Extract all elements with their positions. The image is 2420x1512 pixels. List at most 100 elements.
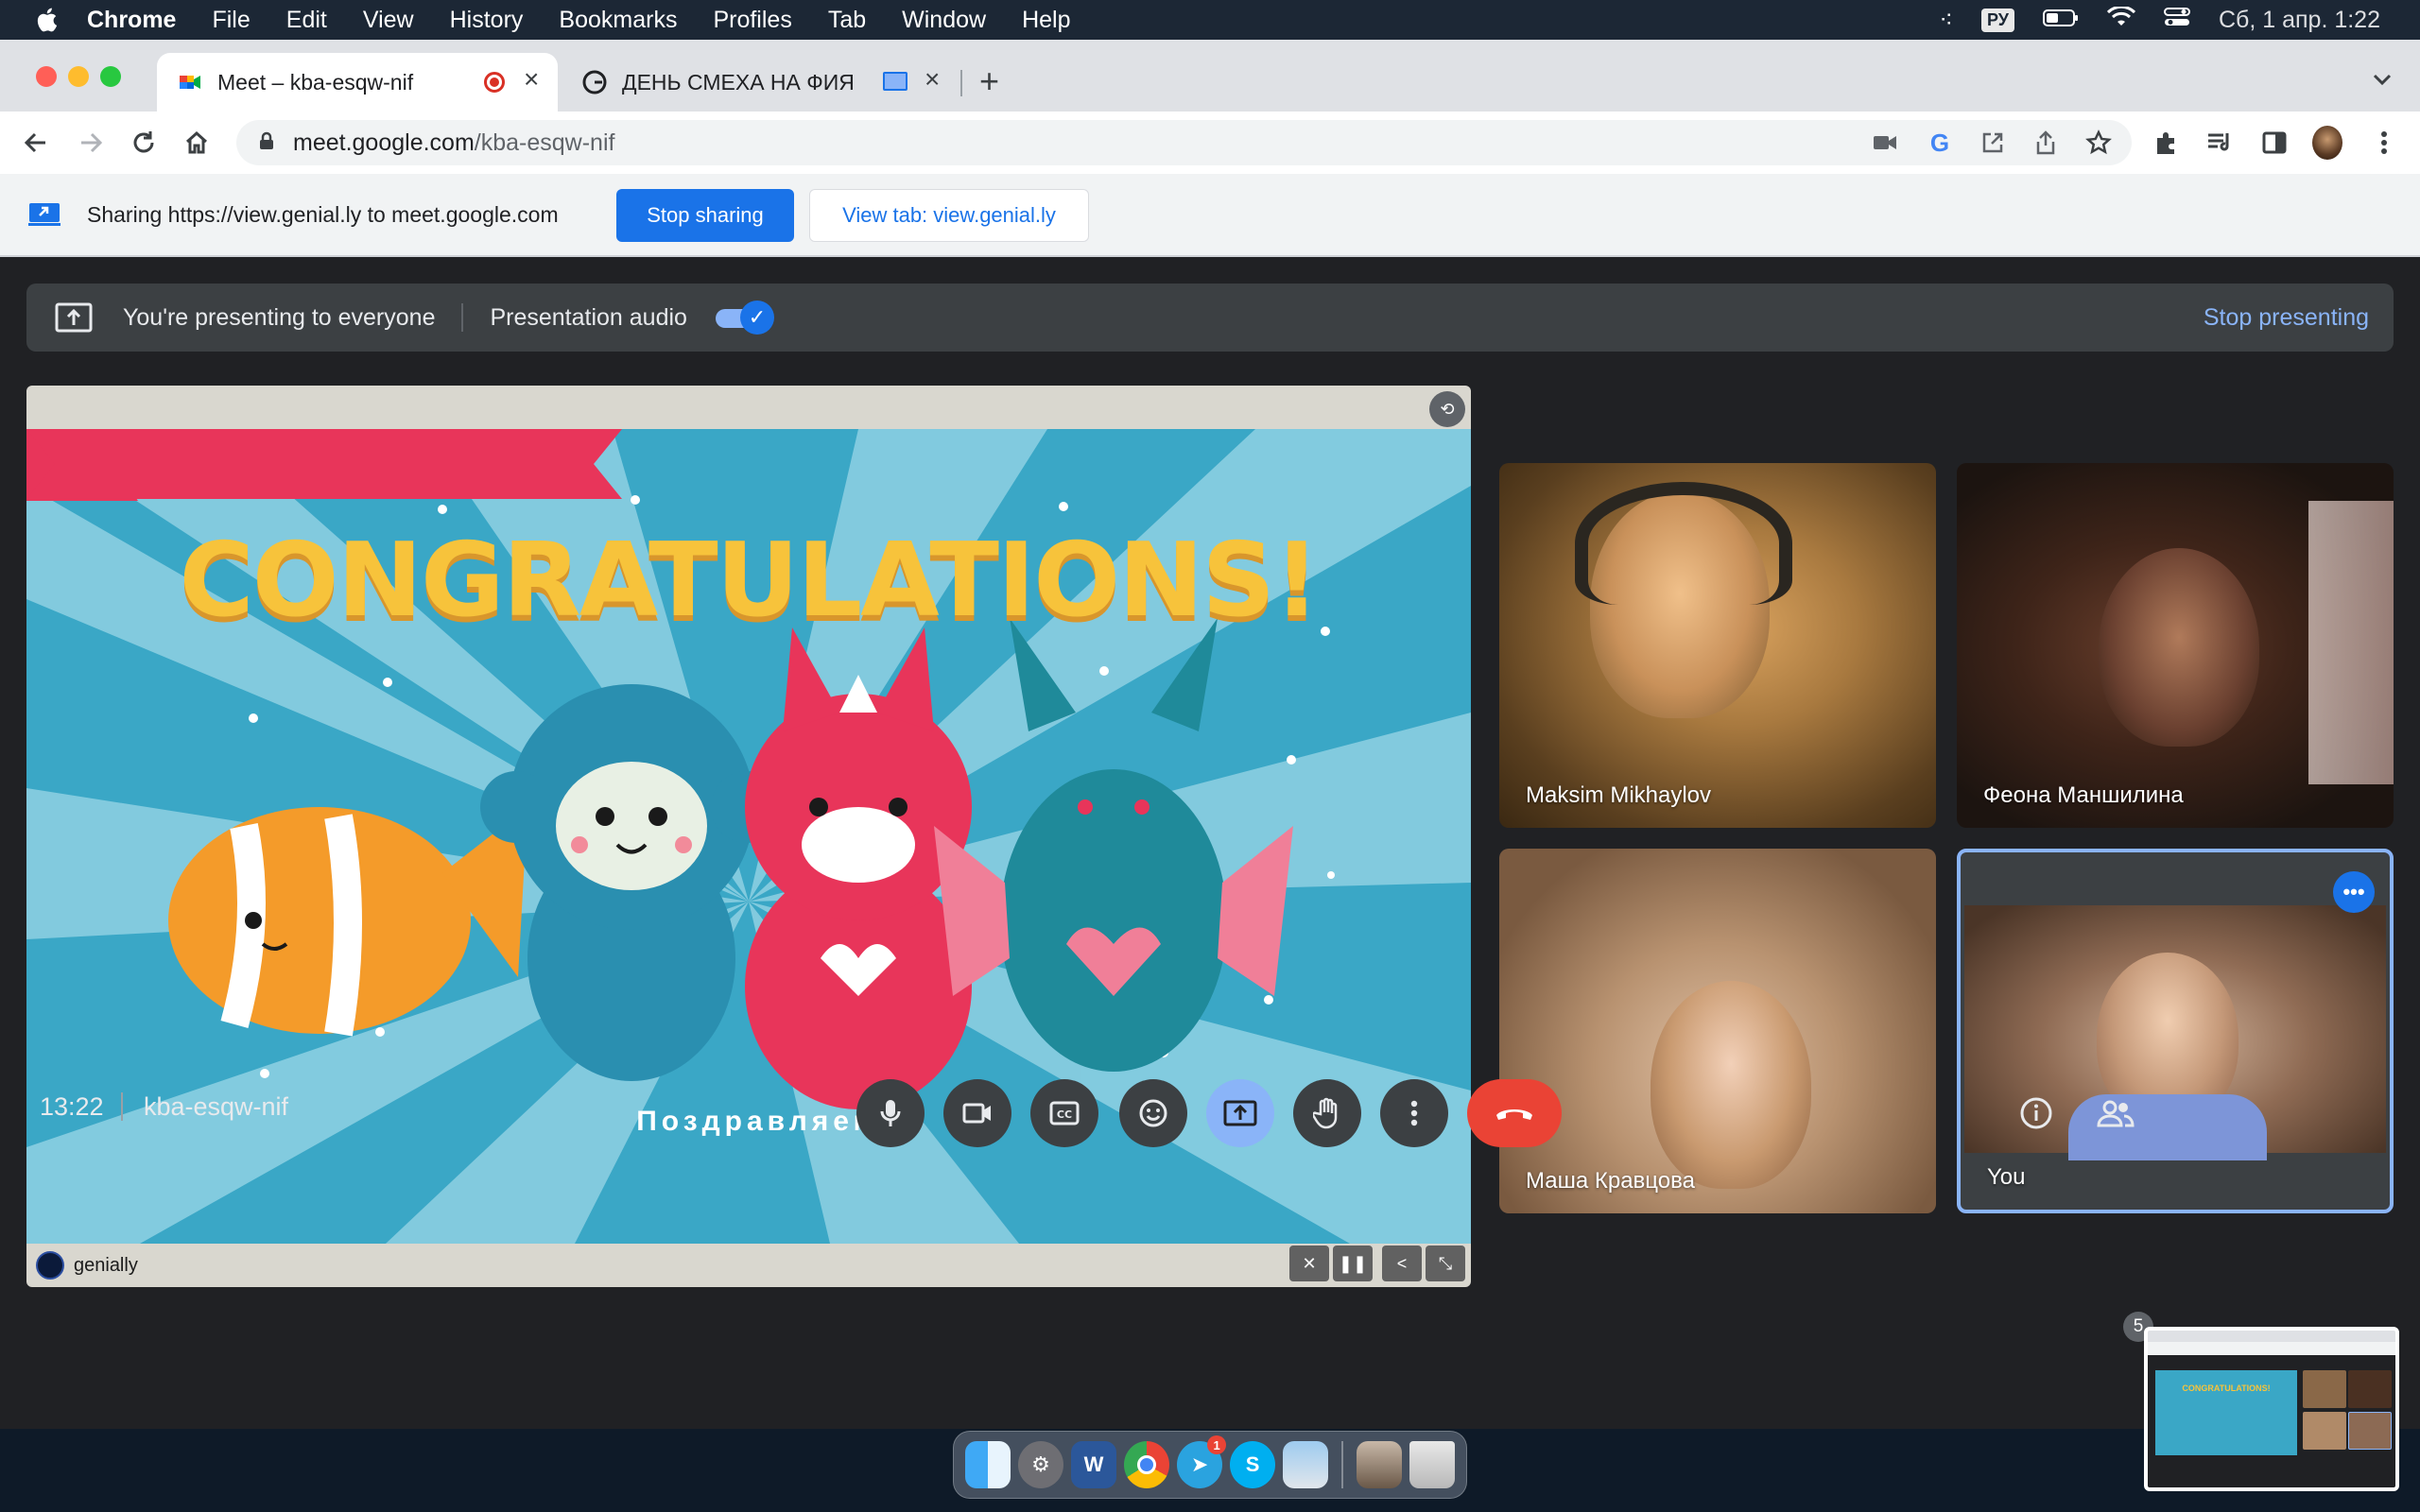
menu-bookmarks[interactable]: Bookmarks xyxy=(559,7,677,34)
macos-menu-bar: Chrome File Edit View History Bookmarks … xyxy=(0,0,2420,40)
menu-tab[interactable]: Tab xyxy=(828,7,866,34)
menu-help[interactable]: Help xyxy=(1022,7,1070,34)
screenshot-thumbnail[interactable]: CONGRATULATIONS! xyxy=(2144,1327,2399,1491)
macos-dock: ⚙ W ➤ 1 S xyxy=(953,1431,1467,1499)
finder-icon[interactable] xyxy=(965,1441,1011,1488)
wifi-icon[interactable] xyxy=(2106,5,2136,34)
self-view-tile[interactable]: ••• You xyxy=(1957,849,2394,1213)
word-icon[interactable]: W xyxy=(1071,1441,1117,1488)
lock-icon[interactable] xyxy=(259,129,274,157)
dock-divider xyxy=(1341,1441,1344,1488)
reactions-button[interactable] xyxy=(1119,1079,1187,1147)
camera-button[interactable] xyxy=(943,1079,1011,1147)
tab-search-icon[interactable] xyxy=(2371,68,2394,91)
stop-presenting-button[interactable]: Stop presenting xyxy=(2204,304,2369,332)
people-button[interactable] xyxy=(2091,1089,2140,1138)
microphone-icon xyxy=(880,1100,901,1126)
recording-indicator-icon xyxy=(484,72,505,93)
participant-video xyxy=(2099,548,2259,747)
google-translate-icon[interactable]: G xyxy=(1925,128,1955,158)
close-tab-icon[interactable]: × xyxy=(524,64,539,94)
zoom-window-button[interactable] xyxy=(100,66,121,87)
share-icon[interactable] xyxy=(2031,128,2061,158)
new-tab-icon[interactable]: + xyxy=(979,64,999,98)
pause-icon[interactable]: ❚❚ xyxy=(1333,1246,1373,1281)
close-window-button[interactable] xyxy=(36,66,57,87)
menu-window[interactable]: Window xyxy=(902,7,986,34)
menu-edit[interactable]: Edit xyxy=(286,7,327,34)
tab-genially[interactable]: ДЕНЬ СМЕХА НА ФИЯ × xyxy=(562,53,962,112)
meeting-clock: 13:22 xyxy=(40,1092,104,1121)
menu-app-name[interactable]: Chrome xyxy=(87,7,176,34)
more-options-button[interactable] xyxy=(1380,1079,1448,1147)
preview-icon[interactable] xyxy=(1283,1441,1329,1488)
menu-file[interactable]: File xyxy=(212,7,250,34)
open-in-new-icon[interactable] xyxy=(1978,128,2008,158)
minimize-window-button[interactable] xyxy=(68,66,89,87)
trash-icon[interactable] xyxy=(1409,1441,1456,1488)
more-vert-icon xyxy=(1410,1100,1418,1126)
participant-name: Маша Кравцова xyxy=(1526,1168,1695,1194)
more-options-icon[interactable]: ••• xyxy=(2333,871,2375,913)
present-now-button[interactable] xyxy=(1206,1079,1274,1147)
participant-tile[interactable]: Маша Кравцова xyxy=(1499,849,1936,1213)
bookmark-star-icon[interactable] xyxy=(2083,128,2114,158)
menu-history[interactable]: History xyxy=(450,7,524,34)
battery-icon[interactable] xyxy=(2042,7,2079,34)
extensions-icon[interactable] xyxy=(2152,128,2182,158)
meeting-details-button[interactable] xyxy=(2012,1089,2061,1138)
info-icon xyxy=(2020,1097,2052,1129)
address-bar[interactable]: meet.google.com/kba-esqw-nif xyxy=(236,120,2132,165)
stop-sharing-button[interactable]: Stop sharing xyxy=(616,189,794,242)
reload-icon[interactable] xyxy=(129,128,159,158)
input-source-badge[interactable]: РУ xyxy=(1981,8,2014,32)
tab-title: Meet – kba-esqw-nif xyxy=(217,69,414,94)
microphone-button[interactable] xyxy=(856,1079,925,1147)
back-icon[interactable] xyxy=(21,128,51,158)
camera-in-use-icon[interactable] xyxy=(1870,128,1900,158)
side-panel-icon[interactable] xyxy=(2259,128,2290,158)
menubar-clock[interactable]: Сб, 1 апр. 1:22 xyxy=(2219,7,2380,34)
chrome-icon[interactable] xyxy=(1124,1441,1170,1488)
meet-main-area: You're presenting to everyone Presentati… xyxy=(0,257,2420,1429)
control-center-icon[interactable] xyxy=(2163,7,2190,34)
leave-call-button[interactable] xyxy=(1467,1079,1562,1147)
presentation-audio-label: Presentation audio xyxy=(490,303,687,331)
view-tab-button[interactable]: View tab: view.genial.ly xyxy=(809,189,1089,242)
apple-icon[interactable] xyxy=(32,6,60,34)
slide-title: CONGRATULATIONS! xyxy=(179,522,1321,640)
participant-name: Maksim Mikhaylov xyxy=(1526,782,1712,808)
headset-graphic xyxy=(1575,482,1792,605)
mute-audio-icon[interactable]: ✕ xyxy=(1289,1246,1329,1281)
browser-toolbar: meet.google.com/kba-esqw-nif G xyxy=(0,112,2420,174)
raise-hand-button[interactable] xyxy=(1293,1079,1361,1147)
unicorn-illustration xyxy=(745,627,972,1109)
presentation-options-icon[interactable]: ⟲ xyxy=(1429,391,1465,427)
home-icon[interactable] xyxy=(182,128,212,158)
system-preferences-icon[interactable]: ⚙ xyxy=(1018,1441,1064,1488)
tab-meet[interactable]: Meet – kba-esqw-nif × xyxy=(157,53,558,112)
hand-icon xyxy=(1313,1097,1338,1129)
share-icon[interactable]: < xyxy=(1382,1246,1422,1281)
media-control-icon[interactable] xyxy=(2204,128,2235,158)
participant-tile[interactable]: Maksim Mikhaylov xyxy=(1499,463,1936,828)
menu-profiles[interactable]: Profiles xyxy=(713,7,791,34)
check-icon: ✓ xyxy=(739,301,774,335)
profile-avatar[interactable] xyxy=(2312,126,2342,160)
close-tab-icon[interactable]: × xyxy=(925,64,940,94)
menu-view[interactable]: View xyxy=(363,7,414,34)
telegram-icon[interactable]: ➤ 1 xyxy=(1177,1435,1227,1488)
participant-name: Феона Маншилина xyxy=(1983,782,2184,808)
recent-document-icon[interactable] xyxy=(1357,1441,1403,1488)
control-center-dots-icon[interactable]: ⁖ xyxy=(1939,6,1953,34)
exit-fullscreen-icon[interactable]: ⤡ xyxy=(1426,1246,1465,1281)
present-screen-icon xyxy=(1223,1100,1257,1126)
forward-icon[interactable] xyxy=(76,128,106,158)
tab-title: ДЕНЬ СМЕХА НА ФИЯ xyxy=(622,69,855,94)
present-screen-icon xyxy=(55,302,93,333)
chrome-menu-icon[interactable] xyxy=(2369,128,2399,158)
skype-icon[interactable]: S xyxy=(1230,1441,1276,1488)
presentation-audio-toggle[interactable]: ✓ xyxy=(714,301,776,335)
participant-tile[interactable]: Феона Маншилина xyxy=(1957,463,2394,828)
captions-button[interactable]: CC xyxy=(1030,1079,1098,1147)
